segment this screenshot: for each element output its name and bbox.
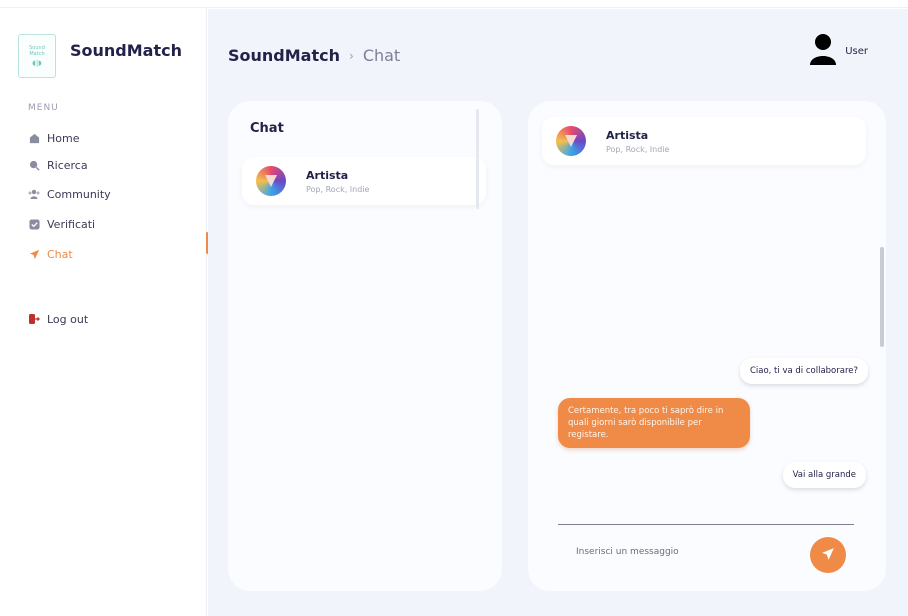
verified-icon (28, 218, 40, 230)
sidebar-item-ricerca[interactable]: Ricerca (28, 156, 88, 174)
logout-label: Log out (47, 312, 89, 326)
logo: Sound Match ◖|◗ (18, 34, 56, 78)
message-input[interactable] (576, 541, 796, 563)
community-icon (28, 188, 40, 200)
conversation-contact-name: Artista (606, 128, 649, 142)
chat-list-item[interactable]: Artista Pop, Rock, Indie (242, 157, 486, 205)
send-icon (28, 248, 40, 260)
chat-list-panel: Chat Artista Pop, Rock, Indie (228, 101, 502, 591)
conversation-contact-genres: Pop, Rock, Indie (606, 144, 670, 154)
sidebar-item-verificati[interactable]: Verificati (28, 215, 95, 233)
conversation-panel: Artista Pop, Rock, Indie Ciao, ti va di … (528, 101, 886, 591)
send-button[interactable] (810, 537, 846, 573)
sidebar-item-label: Verificati (47, 217, 96, 231)
chat-list-item-name: Artista (306, 168, 349, 182)
breadcrumb: SoundMatch › Chat (228, 46, 400, 65)
conversation-scrollbar[interactable] (880, 247, 884, 347)
breadcrumb-separator: › (349, 48, 354, 63)
search-icon (28, 159, 40, 171)
sidebar: Sound Match ◖|◗ SoundMatch MENU Home Ric… (0, 8, 207, 616)
home-icon (28, 132, 40, 144)
send-icon (821, 547, 835, 564)
conversation-header: Artista Pop, Rock, Indie (542, 117, 866, 165)
breadcrumb-root[interactable]: SoundMatch (228, 46, 340, 65)
message-input-divider (558, 524, 854, 525)
user-menu[interactable]: User (809, 33, 868, 69)
avatar (256, 166, 286, 196)
sidebar-item-chat[interactable]: Chat (28, 245, 73, 263)
user-name: User (845, 45, 868, 57)
logout-icon (28, 313, 40, 325)
chat-list-title: Chat (250, 121, 284, 136)
logout-button[interactable]: Log out (28, 310, 88, 328)
sidebar-item-label: Ricerca (47, 158, 88, 172)
main-area: SoundMatch › Chat User Chat Artista Pop,… (208, 9, 908, 616)
avatar (556, 126, 586, 156)
menu-label: MENU (28, 103, 59, 113)
message-incoming: Ciao, ti va di collaborare? (739, 358, 868, 384)
sidebar-item-label: Community (47, 187, 111, 201)
message-outgoing: Certamente, tra poco ti saprò dire in qu… (558, 398, 750, 448)
message-incoming: Vai alla grande (782, 462, 866, 488)
top-bar (0, 0, 908, 8)
logo-text-line2: Match (29, 51, 45, 57)
breadcrumb-current: Chat (362, 46, 401, 65)
logo-wave-icon: ◖|◗ (32, 59, 42, 67)
sidebar-item-label: Chat (47, 247, 73, 261)
sidebar-item-label: Home (47, 131, 80, 145)
chat-list-scrollbar[interactable] (476, 109, 479, 209)
brand-name: SoundMatch (70, 41, 182, 60)
chat-list-item-genres: Pop, Rock, Indie (306, 184, 370, 194)
user-avatar-icon (809, 33, 837, 69)
sidebar-item-community[interactable]: Community (28, 185, 111, 203)
sidebar-item-home[interactable]: Home (28, 129, 79, 147)
